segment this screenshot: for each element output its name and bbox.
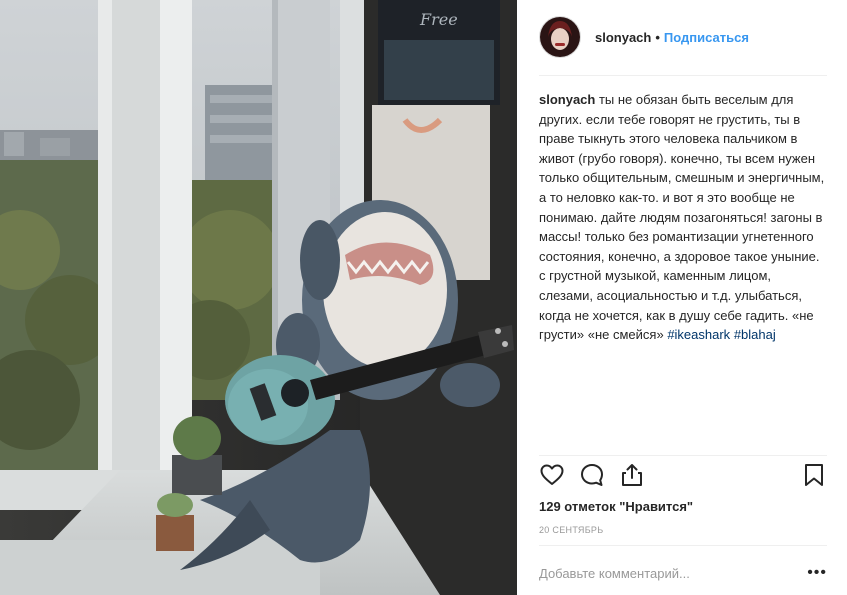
post-photo[interactable]: Free — [0, 0, 517, 595]
follow-button[interactable]: Подписаться — [664, 30, 749, 45]
actions-divider — [539, 455, 827, 456]
share-icon[interactable] — [619, 462, 645, 493]
header-divider — [539, 75, 827, 76]
post-sidebar: slonyach • Подписаться slonyach ты не обяз… — [517, 0, 847, 595]
bookmark-icon[interactable] — [801, 462, 827, 493]
caption-username[interactable]: slonyach — [539, 92, 595, 107]
poster-text: Free — [419, 10, 458, 29]
header-dot: • — [655, 29, 660, 45]
comment-input[interactable] — [539, 565, 808, 581]
more-options-icon[interactable]: ••• — [807, 564, 827, 582]
action-bar — [539, 462, 827, 492]
avatar[interactable] — [539, 16, 581, 58]
caption-text: ты не обязан быть веселым для других. ес… — [539, 92, 825, 343]
post-date: 20 сентябрь — [539, 525, 604, 535]
heart-icon[interactable] — [539, 462, 565, 493]
post-header: slonyach • Подписаться — [539, 16, 827, 58]
avatar-image — [540, 17, 580, 57]
comment-divider — [539, 545, 827, 546]
header-username[interactable]: slonyach — [595, 30, 651, 45]
hashtag-blahaj[interactable]: #blahaj — [734, 327, 776, 342]
photo-shark-ukulele: Free — [0, 0, 517, 595]
hashtag-ikeashark[interactable]: #ikeashark — [667, 327, 730, 342]
likes-count[interactable]: 129 отметок "Нравится" — [539, 499, 693, 514]
comment-icon[interactable] — [579, 462, 605, 493]
post-caption: slonyach ты не обязан быть веселым для д… — [539, 90, 827, 345]
comment-bar: ••• — [539, 558, 827, 588]
